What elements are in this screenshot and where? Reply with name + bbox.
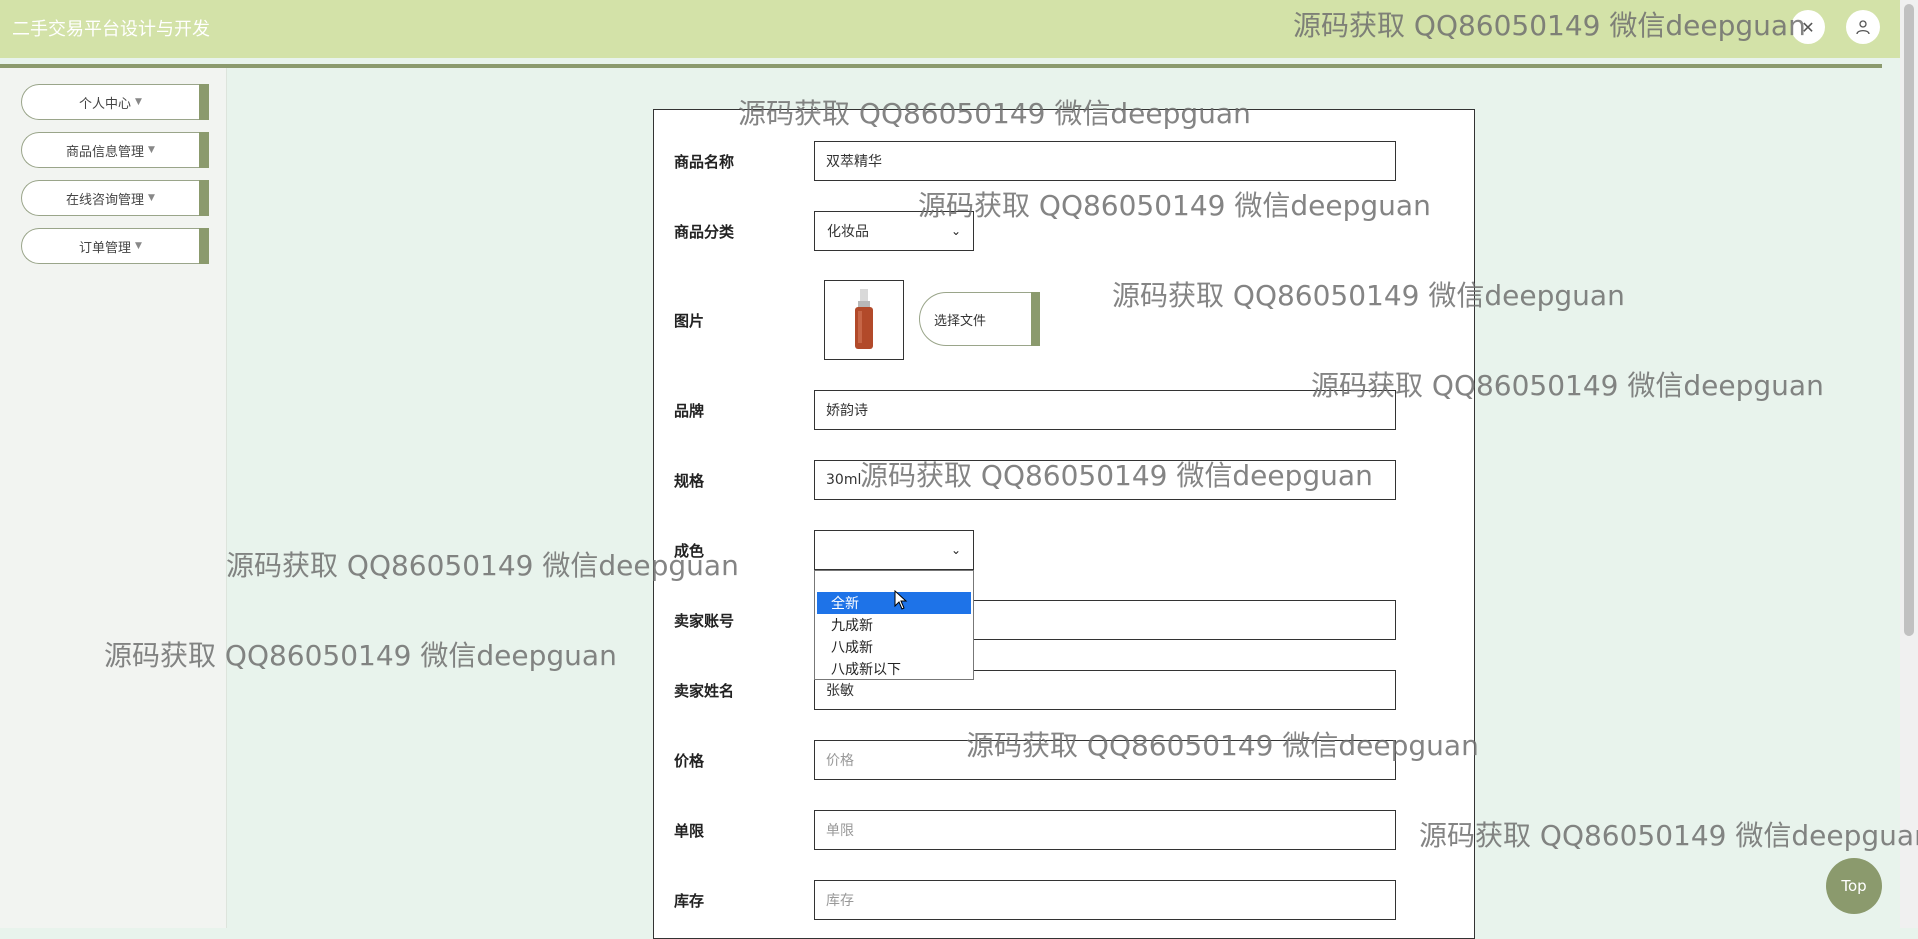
sidebar-item-label: 商品信息管理 bbox=[66, 144, 145, 160]
close-icon[interactable]: ✕ bbox=[1791, 10, 1825, 44]
condition-option-below-80[interactable]: 八成新以下 bbox=[817, 658, 971, 680]
product-form: 商品名称 双萃精华 商品分类 化妆品 ⌄ 图片 选择文件 品牌 娇韵诗 规格 3… bbox=[653, 109, 1475, 939]
label-condition: 成色 bbox=[674, 542, 705, 560]
spec-value: 30ml bbox=[826, 472, 862, 488]
label-category: 商品分类 bbox=[674, 223, 735, 241]
stock-placeholder: 库存 bbox=[826, 893, 854, 909]
app-title: 二手交易平台设计与开发 bbox=[12, 19, 210, 40]
brand-value: 娇韵诗 bbox=[826, 403, 868, 419]
chevron-down-icon: ⌄ bbox=[950, 543, 961, 557]
label-seller-name: 卖家姓名 bbox=[674, 682, 735, 700]
header-divider bbox=[0, 64, 1882, 68]
category-select[interactable]: 化妆品 ⌄ bbox=[814, 211, 974, 251]
label-image: 图片 bbox=[674, 312, 705, 330]
label-spec: 规格 bbox=[674, 472, 705, 490]
label-product-name: 商品名称 bbox=[674, 153, 735, 171]
caret-down-icon: ▼ bbox=[135, 97, 142, 107]
product-image-thumbnail bbox=[824, 280, 904, 360]
sidebar-item-label: 订单管理 bbox=[79, 240, 132, 256]
category-value: 化妆品 bbox=[827, 224, 869, 240]
serum-bottle-image bbox=[855, 289, 873, 349]
user-icon-glyph bbox=[1856, 20, 1870, 35]
limit-input[interactable]: 单限 bbox=[814, 810, 1396, 850]
sidebar-item-consultation-management[interactable]: 在线咨询管理 ▼ bbox=[21, 180, 209, 216]
condition-option-90[interactable]: 九成新 bbox=[817, 614, 971, 636]
mouse-cursor-icon bbox=[894, 590, 908, 610]
scrollbar-thumb[interactable] bbox=[1904, 4, 1914, 636]
sidebar-item-personal-center[interactable]: 个人中心 ▼ bbox=[21, 84, 209, 120]
product-name-input[interactable]: 双萃精华 bbox=[814, 141, 1396, 181]
label-stock: 库存 bbox=[674, 892, 705, 910]
back-to-top-button[interactable]: Top bbox=[1826, 858, 1882, 914]
label-price: 价格 bbox=[674, 752, 705, 770]
sidebar-item-product-management[interactable]: 商品信息管理 ▼ bbox=[21, 132, 209, 168]
chevron-down-icon: ⌄ bbox=[950, 224, 961, 238]
stock-input[interactable]: 库存 bbox=[814, 880, 1396, 920]
sidebar-item-order-management[interactable]: 订单管理 ▼ bbox=[21, 228, 209, 264]
user-icon[interactable] bbox=[1846, 10, 1880, 44]
sidebar: 个人中心 ▼ 商品信息管理 ▼ 在线咨询管理 ▼ 订单管理 ▼ bbox=[0, 68, 227, 928]
label-seller-account: 卖家账号 bbox=[674, 612, 735, 630]
choose-file-button[interactable]: 选择文件 bbox=[919, 292, 1040, 346]
sidebar-item-label: 个人中心 bbox=[79, 96, 132, 112]
choose-file-label: 选择文件 bbox=[934, 313, 987, 329]
watermark-text: 源码获取 QQ86050149 微信deepguan bbox=[1419, 819, 1918, 852]
limit-placeholder: 单限 bbox=[826, 823, 854, 839]
spec-input[interactable]: 30ml bbox=[814, 460, 1396, 500]
vertical-scrollbar[interactable] bbox=[1900, 0, 1918, 928]
caret-down-icon: ▼ bbox=[148, 145, 155, 155]
back-to-top-label: Top bbox=[1841, 877, 1867, 895]
label-brand: 品牌 bbox=[674, 402, 705, 420]
price-placeholder: 价格 bbox=[826, 753, 854, 769]
top-header: 二手交易平台设计与开发 ✕ bbox=[0, 0, 1900, 58]
sidebar-item-label: 在线咨询管理 bbox=[66, 192, 145, 208]
condition-dropdown-list: 全新 九成新 八成新 八成新以下 bbox=[814, 570, 974, 680]
brand-input[interactable]: 娇韵诗 bbox=[814, 390, 1396, 430]
condition-option-80[interactable]: 八成新 bbox=[817, 636, 971, 658]
price-input[interactable]: 价格 bbox=[814, 740, 1396, 780]
condition-select[interactable]: ⌄ bbox=[814, 530, 974, 570]
product-name-value: 双萃精华 bbox=[826, 154, 882, 170]
caret-down-icon: ▼ bbox=[135, 241, 142, 251]
caret-down-icon: ▼ bbox=[148, 193, 155, 203]
label-limit: 单限 bbox=[674, 822, 705, 840]
seller-name-value: 张敏 bbox=[826, 683, 854, 699]
